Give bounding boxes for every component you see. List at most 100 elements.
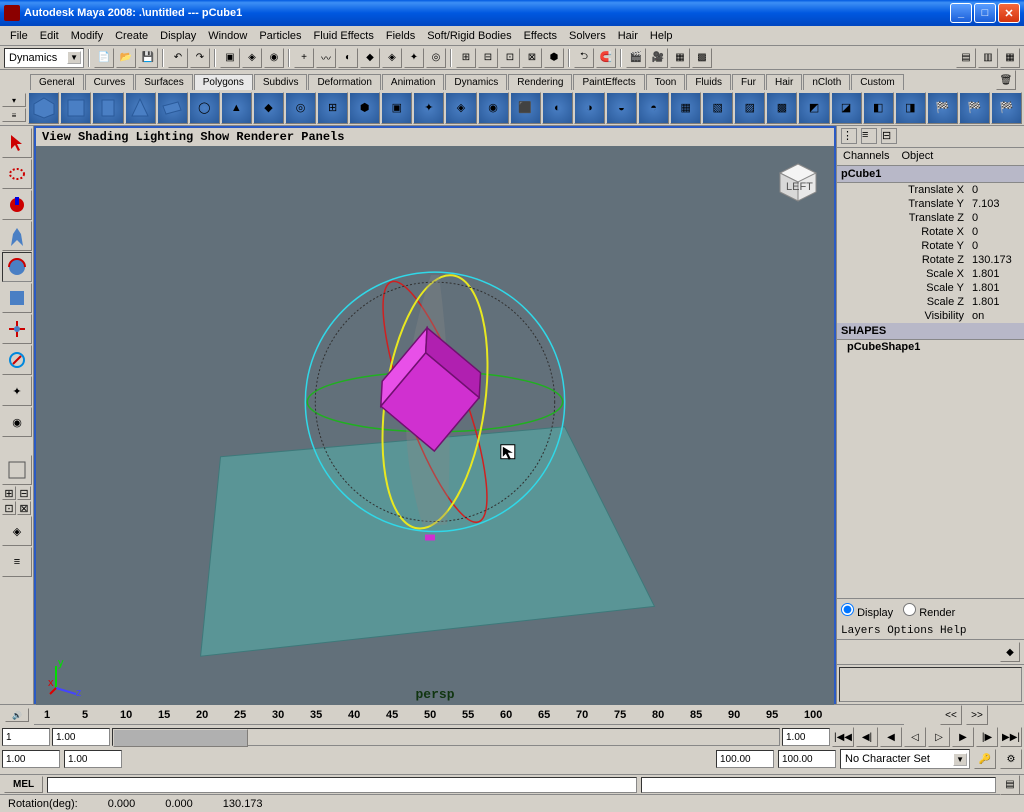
poly-cone-icon[interactable] bbox=[125, 92, 156, 124]
save-scene-button[interactable]: 💾 bbox=[138, 48, 158, 68]
step-back-key-button[interactable]: ◀| bbox=[856, 727, 878, 747]
poly-pyramid-icon[interactable]: ◆ bbox=[253, 92, 284, 124]
persp-view-button[interactable]: ◈ bbox=[2, 516, 32, 546]
rotate-tool[interactable] bbox=[2, 252, 32, 282]
shelf-tab-ncloth[interactable]: nCloth bbox=[803, 74, 850, 90]
anim-end-field[interactable]: 100.00 bbox=[716, 750, 774, 768]
shelf-tab-hair[interactable]: Hair bbox=[766, 74, 802, 90]
shelf-tab-surfaces[interactable]: Surfaces bbox=[135, 74, 192, 90]
display-radio[interactable]: Display bbox=[841, 603, 893, 619]
character-set-dropdown[interactable]: No Character Set bbox=[840, 749, 970, 769]
menu-file[interactable]: File bbox=[4, 28, 34, 44]
shelf-layout-button[interactable]: ≡ bbox=[2, 108, 26, 122]
poly-platonic-icon[interactable]: ▣ bbox=[381, 92, 412, 124]
anim-start2-field[interactable]: 1.00 bbox=[64, 750, 122, 768]
mask-button-7[interactable]: ◎ bbox=[426, 48, 446, 68]
ipr-button[interactable]: 🎥 bbox=[648, 48, 668, 68]
channel-attr-value[interactable]: 1.801 bbox=[968, 268, 1024, 280]
poly-pipe-icon[interactable]: ◎ bbox=[285, 92, 316, 124]
shelf-tab-deformation[interactable]: Deformation bbox=[308, 74, 380, 90]
module-selector[interactable]: Dynamics bbox=[4, 48, 84, 68]
select-object-button[interactable]: ◈ bbox=[242, 48, 262, 68]
poly-check2-icon[interactable]: 🏁 bbox=[959, 92, 990, 124]
shape-name[interactable]: pCubeShape1 bbox=[837, 341, 1024, 353]
select-component-button[interactable]: ◉ bbox=[264, 48, 284, 68]
snap-plane-button[interactable]: ⊠ bbox=[522, 48, 542, 68]
range-prev-button[interactable]: << bbox=[940, 705, 962, 725]
select-hierarchy-button[interactable]: ▣ bbox=[220, 48, 240, 68]
poly-smooth-icon[interactable]: ◑ bbox=[574, 92, 605, 124]
history-off-button[interactable]: 🧲 bbox=[596, 48, 616, 68]
three-button[interactable]: ⊠ bbox=[17, 501, 31, 515]
maximize-button[interactable]: □ bbox=[974, 3, 996, 23]
snap-live-button[interactable]: ⬢ bbox=[544, 48, 564, 68]
step-back-button[interactable]: ◀ bbox=[880, 727, 902, 747]
shelf-tab-subdivs[interactable]: Subdivs bbox=[254, 74, 308, 90]
show-render-button[interactable]: ▩ bbox=[692, 48, 712, 68]
channel-attr-row[interactable]: Rotate X0 bbox=[837, 225, 1024, 239]
render-button[interactable]: 🎬 bbox=[626, 48, 646, 68]
channel-attr-row[interactable]: Translate X0 bbox=[837, 183, 1024, 197]
poly-cube-icon[interactable] bbox=[60, 92, 91, 124]
channel-attr-row[interactable]: Translate Z0 bbox=[837, 211, 1024, 225]
poly-append-icon[interactable]: ▦ bbox=[670, 92, 701, 124]
channels-tab[interactable]: Channels bbox=[837, 148, 895, 165]
time-slider[interactable]: 1510152025303540455055606570758085909510… bbox=[34, 705, 904, 725]
channel-attr-value[interactable]: 0 bbox=[968, 184, 1024, 196]
shelf-tab-general[interactable]: General bbox=[30, 74, 84, 90]
shelf-tab-fluids[interactable]: Fluids bbox=[686, 74, 731, 90]
panel-icon-2[interactable]: ≡ bbox=[861, 128, 877, 144]
soft-mod-tool[interactable] bbox=[2, 345, 32, 375]
menu-fields[interactable]: Fields bbox=[380, 28, 421, 44]
mel-input[interactable] bbox=[47, 777, 637, 793]
render-radio[interactable]: Render bbox=[903, 603, 955, 619]
minimize-button[interactable]: _ bbox=[950, 3, 972, 23]
channel-attr-value[interactable]: 0 bbox=[968, 212, 1024, 224]
trash-icon[interactable]: 🗑 bbox=[996, 70, 1016, 90]
shelf-tab-toon[interactable]: Toon bbox=[646, 74, 686, 90]
panel-icon-3[interactable]: ⊟ bbox=[881, 128, 897, 144]
shelf-tab-custom[interactable]: Custom bbox=[851, 74, 903, 90]
channel-attr-value[interactable]: on bbox=[968, 310, 1024, 322]
shelf-tab-rendering[interactable]: Rendering bbox=[508, 74, 572, 90]
go-end-button[interactable]: ▶▶| bbox=[1000, 727, 1022, 747]
channel-attr-row[interactable]: Scale Z1.801 bbox=[837, 295, 1024, 309]
poly-cut-icon[interactable]: ▧ bbox=[702, 92, 733, 124]
menu-softrigid[interactable]: Soft/Rigid Bodies bbox=[421, 28, 517, 44]
perspective-viewport[interactable]: y z x persp LEFT bbox=[36, 146, 834, 708]
poly-helix-icon[interactable]: ⊞ bbox=[317, 92, 348, 124]
channel-attr-value[interactable]: 0 bbox=[968, 226, 1024, 238]
anim-start-field[interactable]: 1.00 bbox=[2, 750, 60, 768]
snap-grid-button[interactable]: ⊞ bbox=[456, 48, 476, 68]
new-layer-icon[interactable]: ◆ bbox=[1000, 642, 1020, 662]
poly-combine-icon[interactable]: ◈ bbox=[445, 92, 476, 124]
poly-bool-icon[interactable]: ◐ bbox=[542, 92, 573, 124]
tool-settings-button[interactable]: ▥ bbox=[978, 48, 998, 68]
mask-button-3[interactable]: ◐ bbox=[338, 48, 358, 68]
poly-sculpt-icon[interactable]: ◪ bbox=[831, 92, 862, 124]
object-tab[interactable]: Object bbox=[895, 148, 939, 165]
go-start-button[interactable]: |◀◀ bbox=[832, 727, 854, 747]
menu-solvers[interactable]: Solvers bbox=[563, 28, 612, 44]
show-manip-tool[interactable]: ✦ bbox=[2, 376, 32, 406]
snap-curve-button[interactable]: ⊟ bbox=[478, 48, 498, 68]
shelf-tab-curves[interactable]: Curves bbox=[85, 74, 135, 90]
channel-attr-value[interactable]: 7.103 bbox=[968, 198, 1024, 210]
mask-button-5[interactable]: ◈ bbox=[382, 48, 402, 68]
poly-mirror-icon[interactable]: ◧ bbox=[863, 92, 894, 124]
undo-button[interactable]: ↶ bbox=[168, 48, 188, 68]
poly-avg-icon[interactable]: ◒ bbox=[606, 92, 637, 124]
channel-attr-row[interactable]: Rotate Y0 bbox=[837, 239, 1024, 253]
menu-help[interactable]: Help bbox=[644, 28, 679, 44]
shelf-tab-fur[interactable]: Fur bbox=[732, 74, 765, 90]
channel-attr-row[interactable]: Scale X1.801 bbox=[837, 267, 1024, 281]
poly-plane-icon[interactable] bbox=[157, 92, 188, 124]
two-v-button[interactable]: ⊡ bbox=[2, 501, 16, 515]
render-globals-button[interactable]: ▦ bbox=[670, 48, 690, 68]
open-scene-button[interactable]: 📂 bbox=[116, 48, 136, 68]
shelf-tab-painteffects[interactable]: PaintEffects bbox=[573, 74, 644, 90]
two-h-button[interactable]: ⊟ bbox=[17, 486, 31, 500]
menu-fluid[interactable]: Fluid Effects bbox=[308, 28, 380, 44]
channel-attr-row[interactable]: Rotate Z130.173 bbox=[837, 253, 1024, 267]
poly-insert-icon[interactable]: ▩ bbox=[766, 92, 797, 124]
